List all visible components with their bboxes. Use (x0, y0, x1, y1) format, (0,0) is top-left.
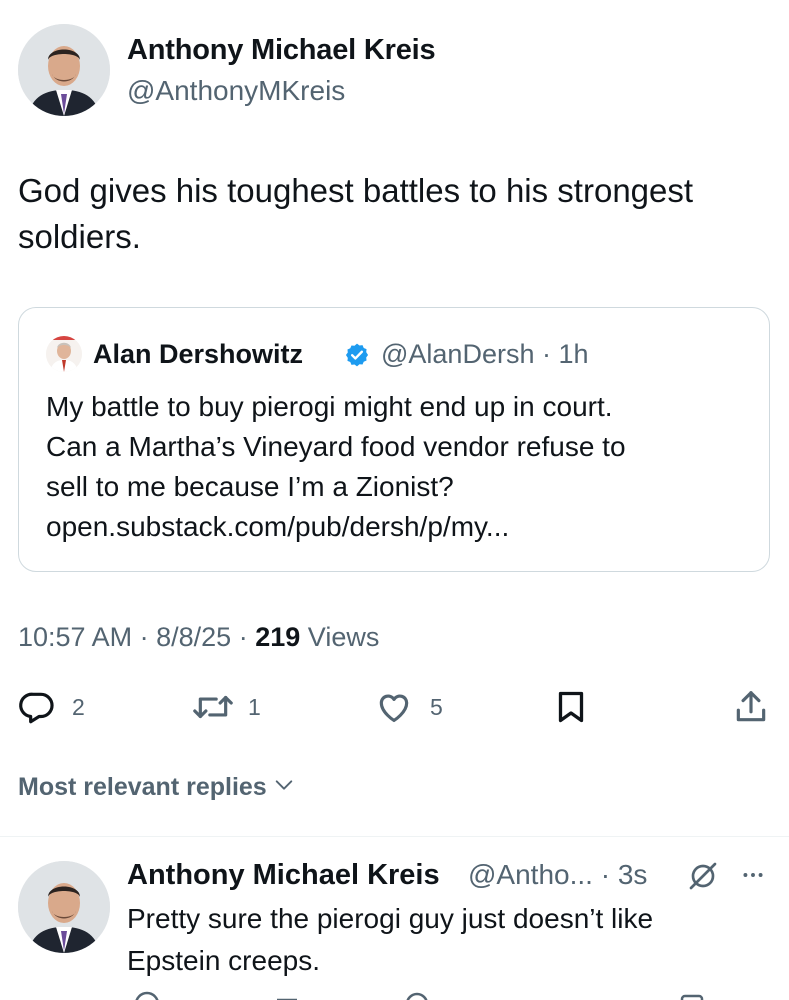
verified-badge-icon (344, 342, 370, 373)
reply-author-avatar[interactable] (18, 861, 110, 953)
reply-icon (18, 688, 56, 726)
replies-sort-label: Most relevant replies (18, 773, 267, 801)
replies-sort-dropdown[interactable]: Most relevant replies (18, 773, 295, 802)
reply-action-bar (127, 990, 767, 1000)
views-count: 219 (255, 622, 301, 652)
author-handle[interactable]: @AnthonyMKreis (127, 75, 345, 107)
tweet-time[interactable]: 10:57 AM (18, 622, 132, 652)
tweet-date[interactable]: 8/8/25 (156, 622, 231, 652)
share-icon (732, 688, 770, 726)
retweet-button[interactable]: 1 (192, 688, 261, 726)
quote-link[interactable]: open.substack.com/pub/dersh/p/my... (46, 507, 761, 547)
quote-author-name[interactable]: Alan Dershowitz (93, 339, 303, 370)
separator: · (139, 622, 149, 652)
quote-text-line: Can a Martha’s Vineyard food vendor refu… (46, 431, 626, 462)
views-label: Views (307, 622, 380, 652)
tweet-meta: 10:57 AM · 8/8/25 · 219 Views (18, 622, 379, 653)
like-count: 5 (430, 693, 443, 720)
reply-handle-time[interactable]: @Antho... · 3s (468, 859, 647, 891)
chevron-down-icon (273, 774, 295, 801)
share-button[interactable] (732, 688, 770, 726)
reply-text-line: Epstein creeps. (127, 945, 320, 976)
divider (0, 836, 789, 837)
like-button[interactable]: 5 (374, 688, 443, 726)
reply-count: 2 (72, 693, 85, 720)
bookmark-button[interactable] (553, 688, 589, 726)
author-name[interactable]: Anthony Michael Kreis (127, 34, 436, 67)
quote-handle-time[interactable]: @AlanDersh · 1h (381, 339, 589, 370)
retweet-count: 1 (248, 693, 261, 720)
quote-text-line: sell to me because I’m a Zionist? (46, 471, 454, 502)
author-avatar[interactable] (18, 24, 110, 116)
quote-text-line: My battle to buy pierogi might end up in… (46, 391, 613, 422)
grok-icon[interactable] (687, 860, 719, 897)
retweet-icon (192, 688, 234, 726)
quote-author-avatar[interactable] (46, 336, 82, 372)
bookmark-icon (553, 688, 589, 726)
reply-text-line: Pretty sure the pierogi guy just doesn’t… (127, 903, 654, 934)
quote-text: My battle to buy pierogi might end up in… (46, 387, 761, 547)
separator: · (238, 622, 248, 652)
reply-text: Pretty sure the pierogi guy just doesn’t… (127, 898, 767, 982)
more-options-icon[interactable] (737, 862, 769, 893)
reply-author-name[interactable]: Anthony Michael Kreis (127, 859, 440, 892)
reply-button[interactable]: 2 (18, 688, 85, 726)
tweet-text: God gives his toughest battles to his st… (18, 172, 694, 255)
heart-icon (374, 688, 414, 726)
